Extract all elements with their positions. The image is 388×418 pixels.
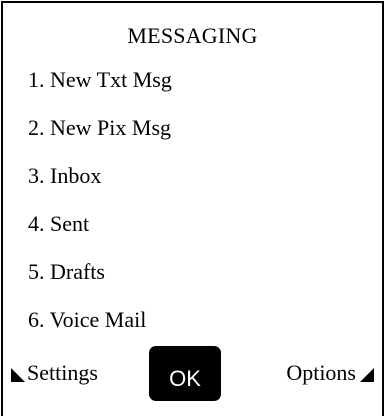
ok-button[interactable]: OK [149, 346, 221, 401]
options-softkey-label: Options [286, 360, 356, 385]
settings-softkey[interactable]: Settings [11, 360, 98, 386]
phone-screen: MESSAGING 1. New Txt Msg 2. New Pix Msg … [1, 1, 384, 416]
settings-softkey-label: Settings [27, 360, 98, 385]
screen-title: MESSAGING [127, 23, 258, 48]
softkey-bar: Settings OK Options [3, 343, 382, 418]
messaging-menu: 1. New Txt Msg 2. New Pix Msg 3. Inbox 4… [28, 67, 372, 355]
triangle-down-left-icon [11, 368, 25, 382]
menu-item-new-txt-msg[interactable]: 1. New Txt Msg [28, 67, 372, 115]
menu-item-new-pix-msg[interactable]: 2. New Pix Msg [28, 115, 372, 163]
options-softkey[interactable]: Options [286, 360, 374, 386]
triangle-down-right-icon [360, 368, 374, 382]
menu-item-sent[interactable]: 4. Sent [28, 211, 372, 259]
menu-item-drafts[interactable]: 5. Drafts [28, 259, 372, 307]
menu-item-inbox[interactable]: 3. Inbox [28, 163, 372, 211]
